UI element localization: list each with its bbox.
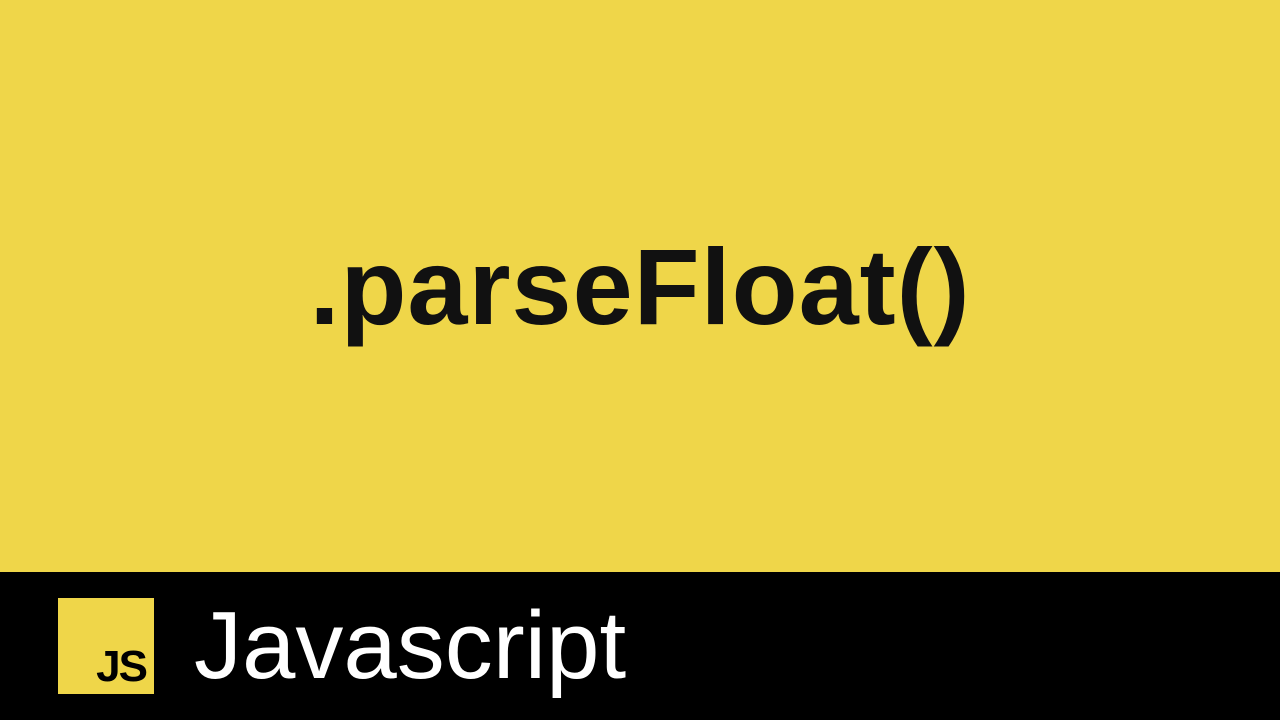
language-label: Javascript xyxy=(194,598,626,694)
js-logo-text: JS xyxy=(96,642,146,692)
top-panel: .parseFloat() xyxy=(0,0,1280,572)
title-card: .parseFloat() JS Javascript xyxy=(0,0,1280,720)
method-name: .parseFloat() xyxy=(309,224,970,349)
footer-bar: JS Javascript xyxy=(0,572,1280,720)
js-logo: JS xyxy=(58,598,154,694)
